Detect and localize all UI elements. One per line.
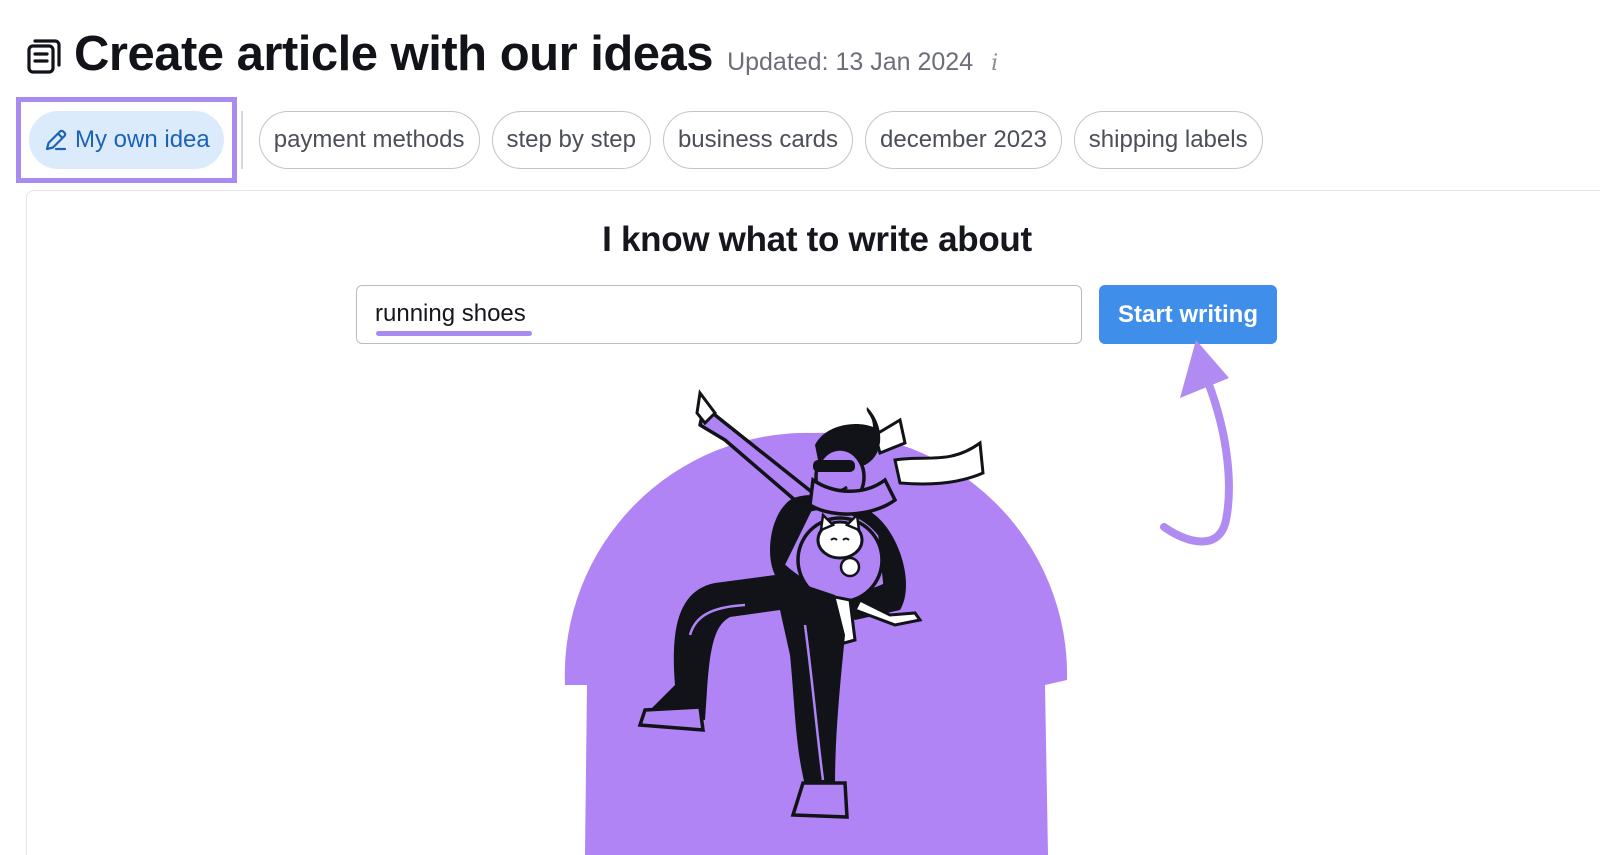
updated-date: Updated: 13 Jan 2024 bbox=[727, 48, 974, 76]
page: Create article with our ideas Updated: 1… bbox=[0, 0, 1600, 855]
chip-december-2023[interactable]: december 2023 bbox=[865, 111, 1062, 169]
chip-step-by-step[interactable]: step by step bbox=[491, 111, 651, 169]
page-header: Create article with our ideas Updated: 1… bbox=[26, 26, 998, 82]
input-highlight-underline bbox=[376, 331, 532, 336]
pencil-icon bbox=[45, 129, 67, 151]
panel-heading: I know what to write about bbox=[602, 220, 1032, 259]
chip-label: My own idea bbox=[75, 126, 210, 153]
topic-input-field[interactable] bbox=[356, 285, 1082, 344]
curved-arrow-icon bbox=[1160, 340, 1233, 546]
topic-input[interactable] bbox=[375, 300, 1055, 328]
document-icon bbox=[27, 39, 61, 74]
celebration-illustration bbox=[564, 389, 1068, 855]
chip-divider bbox=[240, 111, 243, 169]
page-title: Create article with our ideas bbox=[74, 27, 714, 81]
active-chip-highlight: My own idea bbox=[16, 97, 237, 183]
chip-business-cards[interactable]: business cards bbox=[662, 111, 854, 169]
my-own-idea-chip[interactable]: My own idea bbox=[29, 111, 224, 169]
info-icon[interactable]: i bbox=[991, 51, 998, 76]
idea-chips: My own idea payment methods step by step… bbox=[16, 97, 1263, 183]
chip-shipping-labels[interactable]: shipping labels bbox=[1073, 111, 1263, 169]
chip-payment-methods[interactable]: payment methods bbox=[258, 111, 480, 169]
